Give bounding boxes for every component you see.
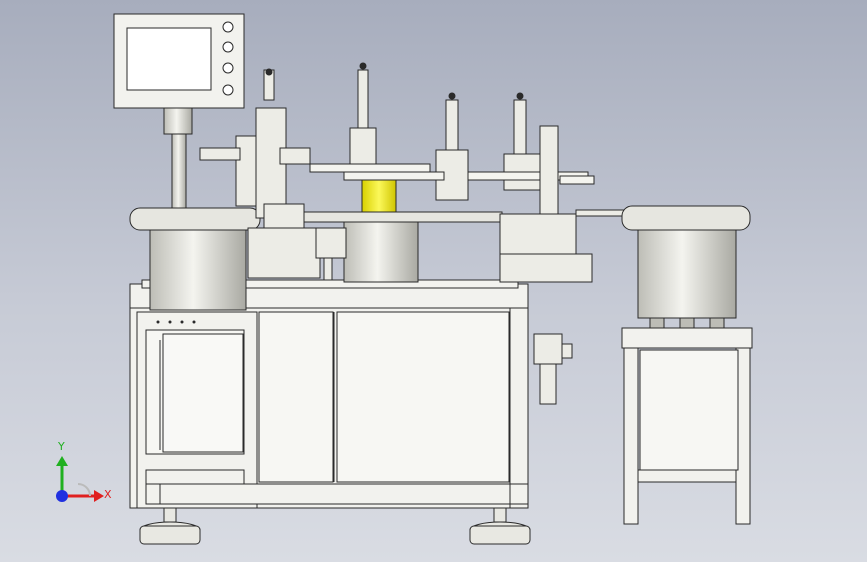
right-feeder-stand	[621, 327, 753, 525]
cad-viewport[interactable]: Y X	[0, 0, 867, 562]
hmi-monitor	[113, 13, 245, 215]
air-filter-regulator	[533, 333, 573, 405]
main-cabinet	[129, 279, 529, 509]
leveling-feet	[139, 507, 531, 545]
triad-x-label: X	[104, 488, 112, 501]
right-feeder-bowl	[621, 205, 751, 329]
machine-drawing	[56, 13, 753, 545]
orientation-triad	[56, 456, 104, 502]
left-feeder-bowl	[129, 207, 261, 311]
triad-y-label: Y	[58, 440, 65, 453]
